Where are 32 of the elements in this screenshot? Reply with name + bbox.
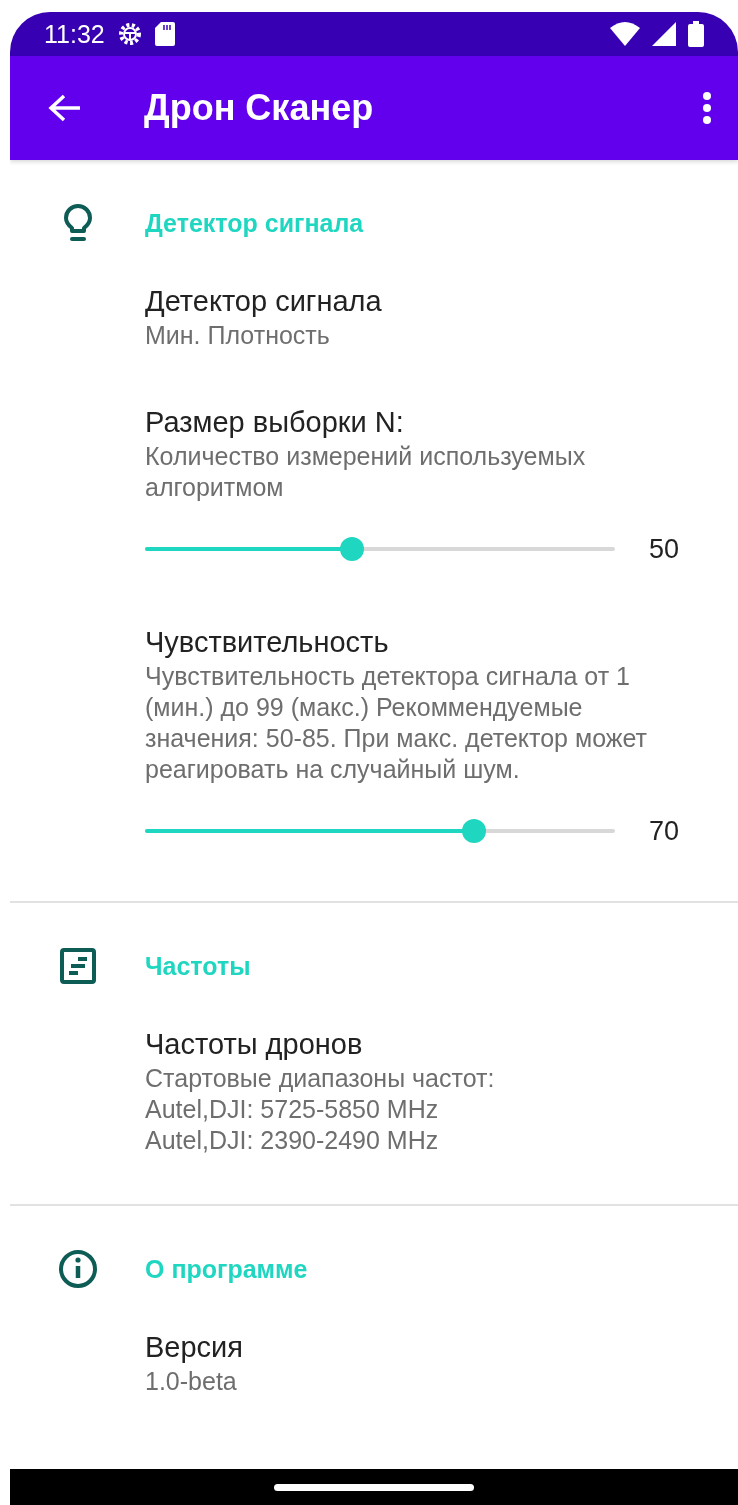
preference-title: Детектор сигнала: [145, 284, 383, 319]
home-handle[interactable]: [274, 1483, 474, 1491]
sd-card-icon: [154, 22, 175, 46]
preference-title: Частоты дронов: [145, 1027, 364, 1062]
slider[interactable]: [145, 537, 615, 561]
slider-thumb[interactable]: [339, 537, 364, 561]
slider-value: 50: [649, 533, 680, 565]
preference-summary: 1.0-beta: [145, 1366, 238, 1397]
section-header: Детектор сигнала: [145, 208, 364, 238]
screen-title: Дрон Сканер: [144, 87, 375, 129]
lightbulb-icon: [63, 204, 92, 242]
status-time: 11:32: [44, 19, 105, 49]
slider-thumb[interactable]: [462, 819, 486, 843]
gear-icon: [116, 21, 143, 47]
preference-summary: Количество измерений используемых алгоритмом: [145, 441, 587, 503]
back-arrow-icon: [48, 93, 82, 123]
battery-icon: [688, 21, 704, 47]
section-header: Частоты: [145, 951, 251, 981]
preference-title: Чувствительность: [145, 625, 390, 660]
signal-icon: [652, 22, 676, 46]
info-icon: [57, 1249, 98, 1289]
preference-summary: Мин. Плотность: [145, 320, 331, 351]
preference-title: Версия: [145, 1330, 244, 1365]
preference-summary: Чувствительность детектора сигнала от 1 (мин.) до 99 (макс.) Рекоммендуемые значения: 50-85. При макс. детектор может реагировать на случайный шум.: [145, 661, 648, 785]
section-header: О программе: [145, 1254, 308, 1284]
preference-summary: Стартовые диапазоны частот: Autel,DJI: 5725-5850 MHz Autel,DJI: 2390-2490 MHz: [145, 1063, 496, 1156]
slider[interactable]: [145, 819, 615, 843]
preference-title: Размер выборки N:: [145, 405, 405, 440]
notes-icon: [59, 948, 96, 984]
wifi-icon: [610, 22, 640, 46]
slider-value: 70: [649, 815, 680, 847]
more-vertical-icon: [702, 92, 712, 124]
